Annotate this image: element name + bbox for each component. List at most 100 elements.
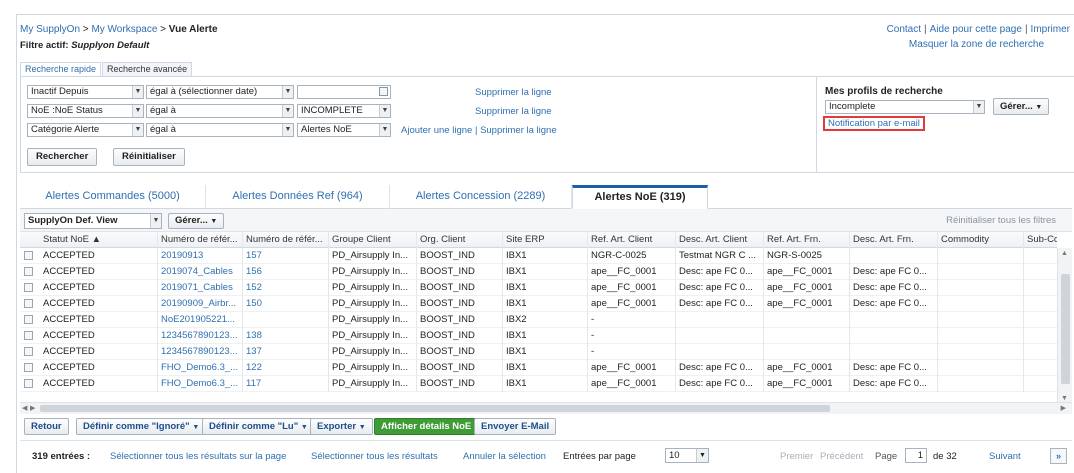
table-row[interactable]: ACCEPTED 1234567890123... 137 PD_Airsupply … (20, 344, 1057, 360)
field-select[interactable]: NoE :NoE Status ▼ (27, 104, 144, 118)
email-notification-link[interactable]: Notification par e-mail (823, 116, 925, 131)
col-num-ref-1-cell[interactable]: 2019074_Cables (158, 264, 243, 280)
scroll-down-icon[interactable]: ▼ (1061, 395, 1068, 402)
export-button[interactable]: Exporter ▼ (310, 418, 373, 435)
col-desc-art-client-header[interactable]: Desc. Art. Client (676, 232, 764, 248)
delete-row-link[interactable]: Supprimer la ligne (475, 87, 552, 98)
operator-select[interactable]: égal à (sélectionner date) ▼ (146, 85, 294, 99)
col-num-ref-2-cell[interactable]: 152 (243, 280, 329, 296)
col-ref-art-frn-header[interactable]: Ref. Art. Frn. (764, 232, 850, 248)
col-commodity-header[interactable]: Commodity (938, 232, 1024, 248)
row-checkbox[interactable] (24, 267, 33, 276)
next-page-link[interactable]: Suivant (989, 451, 1021, 462)
row-checkbox[interactable] (24, 363, 33, 372)
manage-view-button[interactable]: Gérer... ▼ (168, 213, 225, 229)
tab-advanced-search[interactable]: Recherche avancée (102, 62, 193, 76)
row-checkbox[interactable] (24, 347, 33, 356)
manage-profiles-button[interactable]: Gérer... ▼ (993, 98, 1050, 115)
page-input[interactable]: 1 (905, 448, 927, 463)
operator-select[interactable]: égal à ▼ (146, 104, 294, 118)
hide-search-link[interactable]: Masquer la zone de recherche (909, 39, 1044, 50)
add-row-link[interactable]: Ajouter une ligne (401, 125, 472, 136)
operator-select[interactable]: égal à ▼ (146, 123, 294, 137)
vertical-scrollbar[interactable]: ▲ ▼ (1057, 248, 1072, 404)
table-row[interactable]: ACCEPTED 1234567890123... 138 PD_Airsupply … (20, 328, 1057, 344)
scroll-up-icon[interactable]: ▲ (1061, 250, 1068, 257)
col-ref-art-client-header[interactable]: Ref. Art. Client (588, 232, 676, 248)
date-input[interactable] (297, 85, 391, 99)
tab-alertes-concession[interactable]: Alertes Concession (2289) (390, 185, 572, 209)
table-row[interactable]: ACCEPTED 2019074_Cables 156 PD_Airsupply In… (20, 264, 1057, 280)
table-row[interactable]: ACCEPTED 2019071_Cables 152 PD_Airsupply In… (20, 280, 1057, 296)
per-page-select[interactable]: 10 ▼ (665, 448, 709, 463)
select-all-link[interactable]: Sélectionner tous les résultats (311, 451, 438, 462)
scroll-left-icon[interactable]: ◀ (22, 403, 27, 414)
scroll-thumb[interactable] (1061, 274, 1070, 384)
col-num-ref-2-header[interactable]: Numéro de référ... (243, 232, 329, 248)
col-org-client-header[interactable]: Org. Client (417, 232, 503, 248)
row-checkbox[interactable] (24, 251, 33, 260)
col-statut-header[interactable]: Statut NoE ▲ (40, 232, 158, 248)
tab-alertes-noe[interactable]: Alertes NoE (319) (572, 185, 708, 209)
show-noe-details-button[interactable]: Afficher détails NoE (374, 418, 479, 435)
profile-select[interactable]: Incomplete ▼ (825, 100, 985, 114)
row-checkbox[interactable] (24, 315, 33, 324)
col-num-ref-1-cell[interactable]: 1234567890123... (158, 344, 243, 360)
help-link[interactable]: Aide pour cette page (930, 24, 1022, 35)
previous-page-link[interactable]: Précédent (820, 451, 863, 462)
print-link[interactable]: Imprimer (1031, 24, 1070, 35)
col-sub-com-header[interactable]: Sub-Com (1024, 232, 1057, 248)
col-num-ref-2-cell[interactable]: 137 (243, 344, 329, 360)
scroll-thumb[interactable] (40, 405, 830, 412)
table-row[interactable]: ACCEPTED 20190909_Airbr... 150 PD_Airsupply… (20, 296, 1057, 312)
col-num-ref-2-cell[interactable]: 156 (243, 264, 329, 280)
reset-button[interactable]: Réinitialiser (113, 148, 185, 166)
first-page-link[interactable]: Premier (780, 451, 813, 462)
send-email-button[interactable]: Envoyer E-Mail (474, 418, 557, 435)
cancel-selection-link[interactable]: Annuler la sélection (463, 451, 546, 462)
row-checkbox[interactable] (24, 283, 33, 292)
search-button[interactable]: Rechercher (27, 148, 98, 166)
row-checkbox[interactable] (24, 379, 33, 388)
col-num-ref-1-cell[interactable]: FHO_Demo6.3_... (158, 360, 243, 376)
col-num-ref-2-cell[interactable]: 138 (243, 328, 329, 344)
delete-row-link[interactable]: Supprimer la ligne (475, 106, 552, 117)
field-select[interactable]: Inactif Depuis ▼ (27, 85, 144, 99)
delete-row-link[interactable]: Supprimer la ligne (480, 125, 557, 136)
mark-read-button[interactable]: Définir comme "Lu" ▼ (202, 418, 315, 435)
scroll-right-icon[interactable]: ▶ (1061, 403, 1066, 414)
col-num-ref-1-cell[interactable]: 2019071_Cables (158, 280, 243, 296)
last-page-button[interactable]: » (1050, 448, 1067, 464)
table-row[interactable]: ACCEPTED FHO_Demo6.3_... 117 PD_Airsupply I… (20, 376, 1057, 392)
col-num-ref-2-cell[interactable]: 122 (243, 360, 329, 376)
tab-alertes-commandes[interactable]: Alertes Commandes (5000) (20, 185, 206, 209)
back-button[interactable]: Retour (24, 418, 69, 435)
table-row[interactable]: ACCEPTED NoE201905221... PD_Airsupply In..… (20, 312, 1057, 328)
breadcrumb-my-supplyon[interactable]: My SupplyOn (20, 24, 80, 35)
col-num-ref-1-cell[interactable]: 20190913 (158, 248, 243, 264)
tab-quick-search[interactable]: Recherche rapide (20, 62, 102, 76)
col-num-ref-2-cell[interactable]: 117 (243, 376, 329, 392)
value-select[interactable]: INCOMPLETE ▼ (297, 104, 391, 118)
horizontal-scrollbar[interactable]: ◀ ▶ ▶ (20, 402, 1072, 414)
col-num-ref-1-cell[interactable]: NoE201905221... (158, 312, 243, 328)
tab-alertes-donnees-ref[interactable]: Alertes Données Ref (964) (206, 185, 390, 209)
select-page-link[interactable]: Sélectionner tous les résultats sur la p… (110, 451, 286, 462)
scroll-right-icon[interactable]: ▶ (30, 403, 35, 414)
table-row[interactable]: ACCEPTED FHO_Demo6.3_... 122 PD_Airsupply I… (20, 360, 1057, 376)
field-select[interactable]: Catégorie Alerte ▼ (27, 123, 144, 137)
col-num-ref-1-cell[interactable]: 1234567890123... (158, 328, 243, 344)
col-num-ref-2-cell[interactable] (243, 312, 329, 328)
col-site-erp-header[interactable]: Site ERP (503, 232, 588, 248)
contact-link[interactable]: Contact (887, 24, 921, 35)
mark-ignored-button[interactable]: Définir comme "Ignoré" ▼ (76, 418, 207, 435)
breadcrumb-my-workspace[interactable]: My Workspace (91, 24, 157, 35)
col-num-ref-1-cell[interactable]: FHO_Demo6.3_... (158, 376, 243, 392)
col-num-ref-1-cell[interactable]: 20190909_Airbr... (158, 296, 243, 312)
view-select[interactable]: SupplyOn Def. View ▼ (24, 213, 162, 229)
col-num-ref-1-header[interactable]: Numéro de référ... (158, 232, 243, 248)
col-desc-art-frn-header[interactable]: Desc. Art. Frn. (850, 232, 938, 248)
table-row[interactable]: ACCEPTED 20190913 157 PD_Airsupply In... BOO… (20, 248, 1057, 264)
value-select[interactable]: Alertes NoE ▼ (297, 123, 391, 137)
col-num-ref-2-cell[interactable]: 157 (243, 248, 329, 264)
